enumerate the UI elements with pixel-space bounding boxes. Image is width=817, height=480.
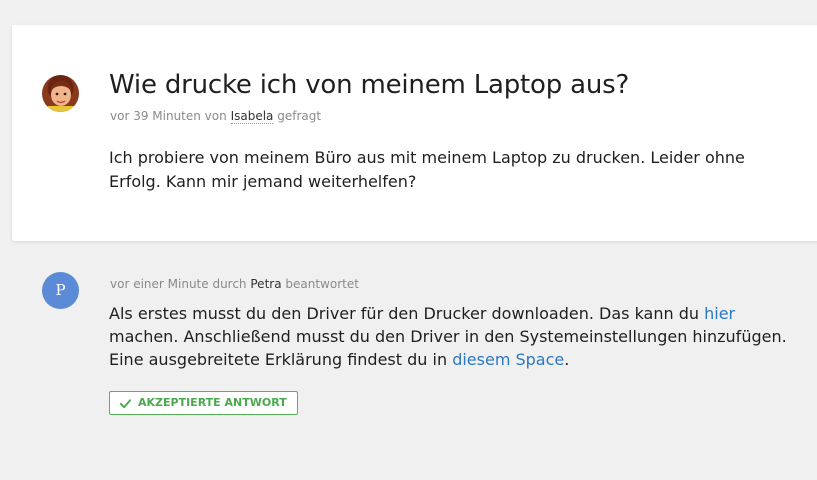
answer-body: Als erstes musst du den Driver für den D… [109,302,809,371]
answer-text-2: machen. Anschließend musst du den Driver… [109,327,787,369]
asker-avatar[interactable] [42,75,79,112]
question-meta: vor 39 Minuten von Isabela gefragt [110,109,322,124]
question-author-link[interactable]: Isabela [230,109,274,124]
answer-meta: vor einer Minute durch Petra beantwortet [110,277,359,291]
question-meta-suffix: gefragt [277,109,322,123]
answer-item: P vor einer Minute durch Petra beantwort… [0,258,817,480]
accepted-answer-badge: AKZEPTIERTE ANTWORT [109,391,298,415]
answer-meta-suffix: beantwortet [285,277,359,291]
user-photo-icon [42,75,79,112]
answer-meta-prefix: vor einer Minute durch [110,277,247,291]
answer-text-3: . [564,350,570,369]
question-title: Wie drucke ich von meinem Laptop aus? [109,70,630,100]
question-card: Wie drucke ich von meinem Laptop aus? vo… [12,25,817,241]
here-link[interactable]: hier [704,304,735,323]
question-meta-prefix: vor 39 Minuten von [110,109,227,123]
check-icon [119,398,132,408]
answer-text-1: Als erstes musst du den Driver für den D… [109,304,700,323]
space-link[interactable]: diesem Space [452,350,564,369]
accepted-answer-label: AKZEPTIERTE ANTWORT [138,396,287,409]
question-body: Ich probiere von meinem Büro aus mit mei… [109,148,745,191]
answer-author-link[interactable]: Petra [250,277,281,291]
answerer-avatar[interactable]: P [42,272,79,309]
